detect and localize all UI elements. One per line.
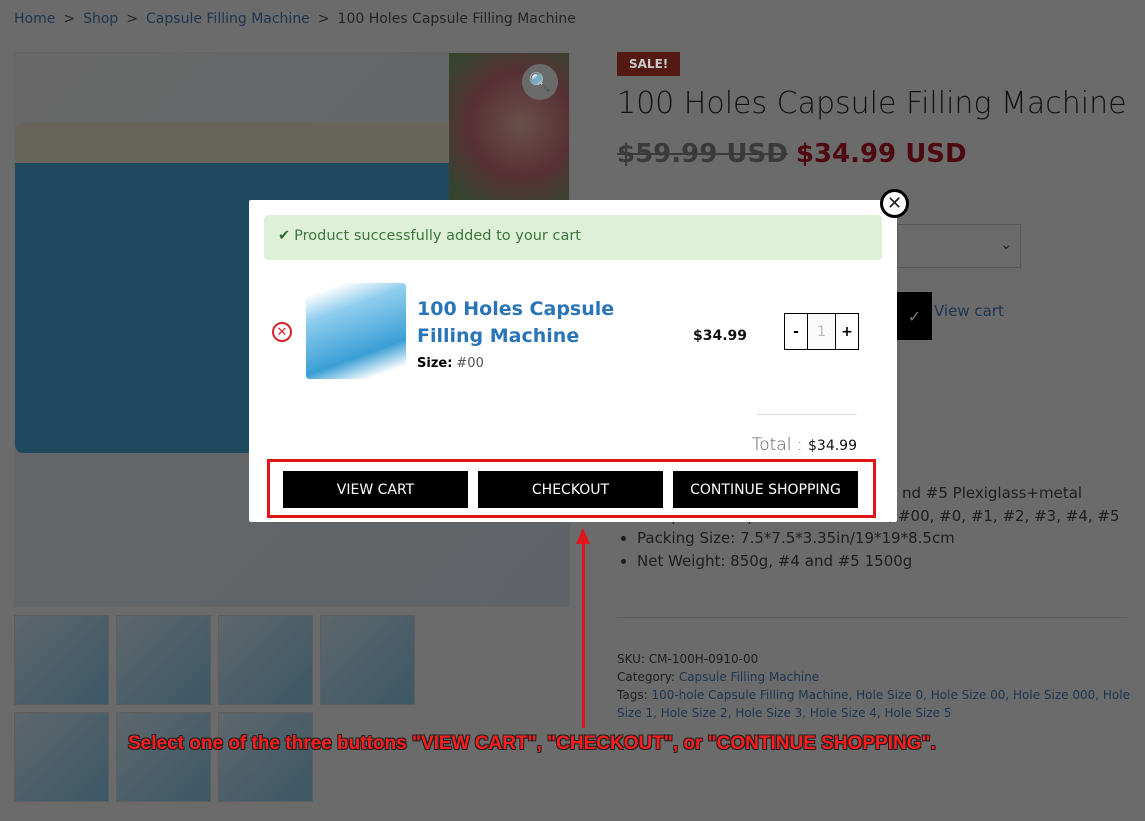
breadcrumb-separator: >	[317, 11, 330, 27]
divider	[757, 414, 857, 415]
breadcrumb: Home > Shop > Capsule Filling Machine >100 Ho…	[14, 11, 576, 27]
thumbnail[interactable]	[116, 615, 211, 705]
thumbnail[interactable]	[218, 712, 313, 802]
old-price: $59.99 USD	[617, 139, 788, 169]
tags-links[interactable]: 100-hole Capsule Filling Machine, Hole S…	[617, 688, 1130, 720]
continue-shopping-button[interactable]: CONTINUE SHOPPING	[673, 471, 858, 508]
feature-item: Net Weight: 850g, #4 and #5 1500g	[637, 550, 1145, 573]
sale-badge: SALE!	[617, 52, 681, 76]
product-summary: SALE! 100 Holes Capsule Filling Machine …	[617, 52, 1137, 720]
added-to-cart-modal: ✔ Product successfully added to your cart…	[249, 200, 897, 522]
product-price: $59.99 USD $34.99 USD	[617, 139, 1137, 169]
success-message: Product successfully added to your cart	[294, 228, 581, 244]
size-value: #00	[456, 356, 484, 371]
chevron-down-icon: ⌄	[1000, 237, 1012, 253]
category-label: Category:	[617, 670, 679, 684]
category-link[interactable]: Capsule Filling Machine	[679, 670, 819, 684]
modal-actions: VIEW CART CHECKOUT CONTINUE SHOPPING	[283, 471, 858, 508]
total-value: $34.99	[808, 438, 857, 454]
thumbnail[interactable]	[218, 615, 313, 705]
thumbnail[interactable]	[116, 712, 211, 802]
instruction-annotation: Select one of the three buttons "VIEW CA…	[128, 733, 936, 754]
thumbnail[interactable]	[14, 712, 109, 802]
thumbnail-gallery	[14, 615, 415, 802]
close-icon[interactable]: ✕	[880, 189, 909, 218]
zoom-magnifier-icon[interactable]: 🔍	[522, 64, 558, 100]
qty-input[interactable]: 1	[807, 314, 836, 349]
sale-price: $34.99 USD	[795, 139, 967, 169]
breadcrumb-home[interactable]: Home	[14, 11, 55, 27]
sku: SKU: CM-100H-0910-00	[617, 652, 759, 666]
divider	[617, 617, 1127, 618]
breadcrumb-category[interactable]: Capsule Filling Machine	[146, 11, 310, 27]
breadcrumb-shop[interactable]: Shop	[83, 11, 118, 27]
product-title: 100 Holes Capsule Filling Machine	[617, 86, 1127, 121]
success-notice: ✔ Product successfully added to your cart	[264, 215, 882, 260]
qty-decrease-button[interactable]: -	[785, 314, 807, 349]
tags-label: Tags:	[617, 688, 652, 702]
qty-increase-button[interactable]: +	[836, 314, 858, 349]
cart-item-price: $34.99	[693, 328, 748, 344]
check-icon: ✓	[907, 306, 922, 326]
thumbnail[interactable]	[320, 615, 415, 705]
cart-total: Total : $34.99	[752, 435, 857, 455]
size-select[interactable]: ⌄	[897, 224, 1021, 268]
breadcrumb-current: 100 Holes Capsule Filling Machine	[337, 11, 576, 27]
view-cart-button[interactable]: VIEW CART	[283, 471, 468, 508]
remove-item-icon[interactable]: ✕	[272, 322, 292, 342]
check-icon: ✔	[278, 228, 291, 244]
size-label: Size:	[417, 356, 453, 371]
checkout-button[interactable]: CHECKOUT	[478, 471, 663, 508]
view-cart-link[interactable]: View cart	[934, 302, 1004, 320]
added-check-button[interactable]: ✓	[897, 292, 932, 340]
thumbnail[interactable]	[14, 615, 109, 705]
feature-item: Packing Size: 7.5*7.5*3.35in/19*19*8.5cm	[637, 527, 1145, 550]
annotation-arrow	[582, 536, 585, 728]
total-label: Total :	[751, 435, 808, 455]
cart-item-size: Size: #00	[417, 356, 484, 371]
breadcrumb-separator: >	[126, 11, 139, 27]
cart-item-name[interactable]: 100 Holes Capsule Filling Machine	[417, 296, 667, 350]
breadcrumb-separator: >	[63, 11, 76, 27]
quantity-stepper: - 1 +	[784, 313, 859, 350]
product-meta: SKU: CM-100H-0910-00 Category: Capsule F…	[617, 650, 1137, 722]
cart-item-thumbnail[interactable]	[306, 283, 406, 379]
